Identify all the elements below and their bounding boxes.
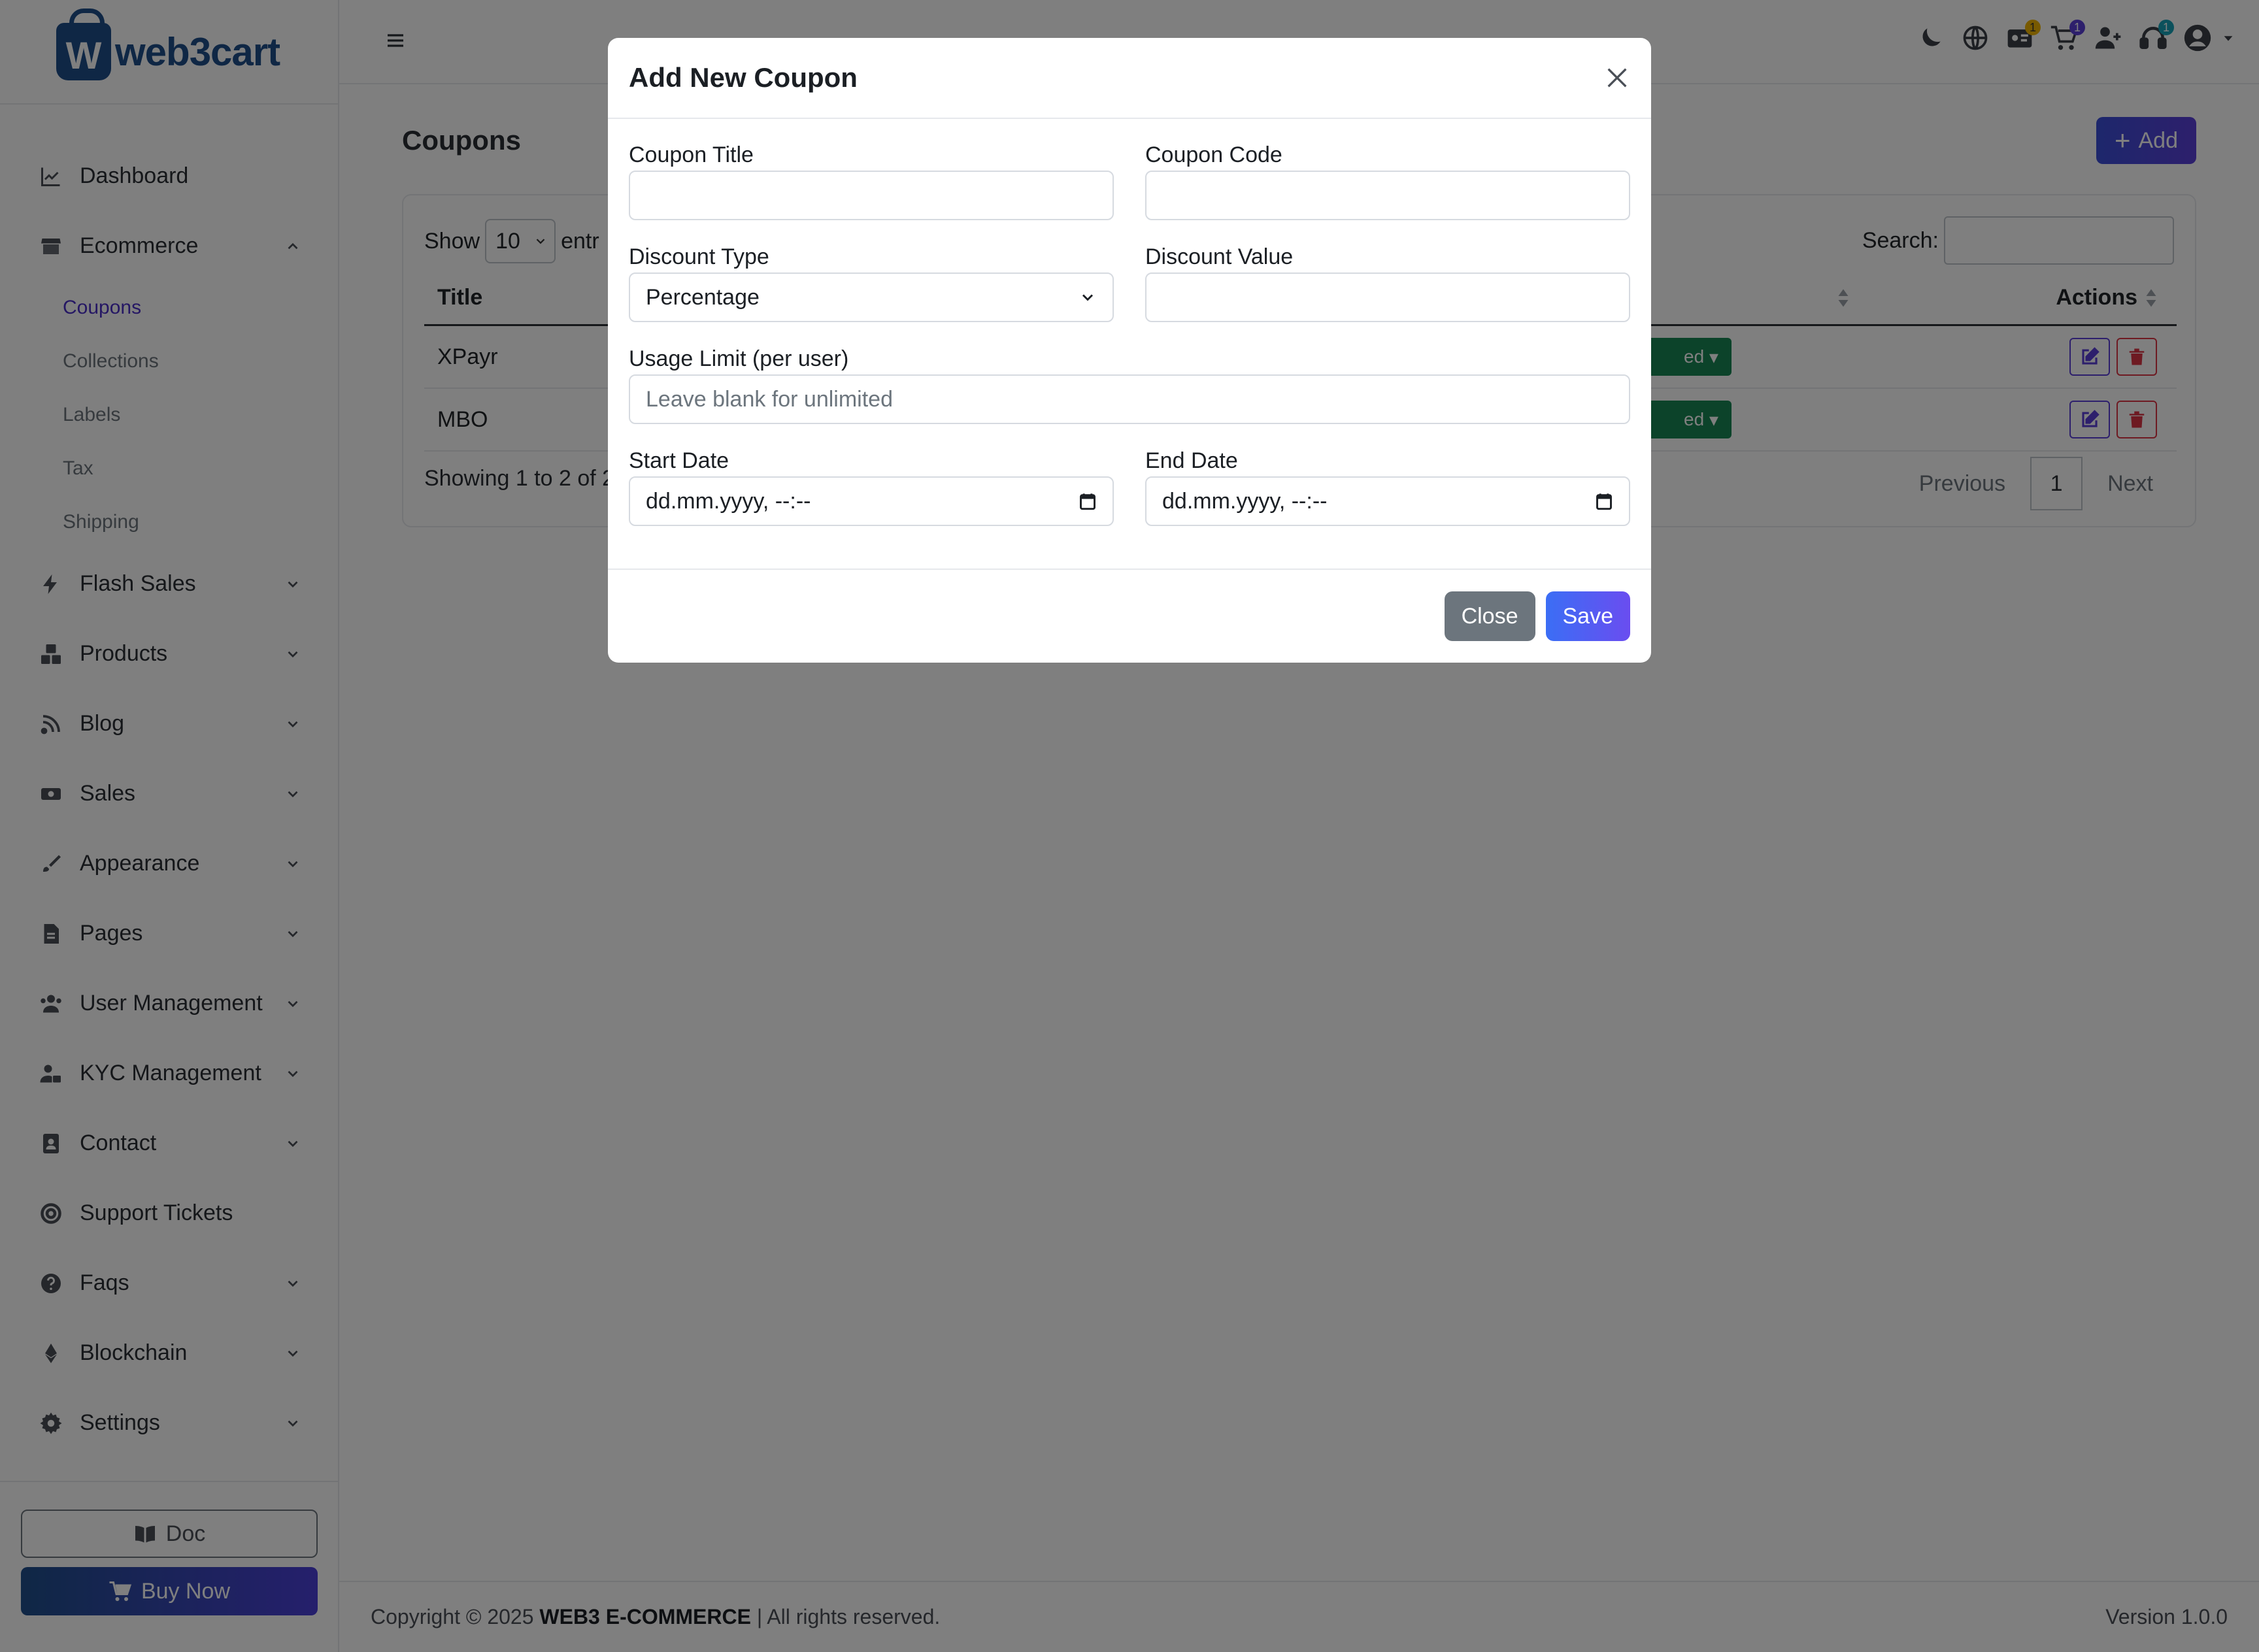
add-coupon-modal: Add New Coupon Coupon Title Coupon Code … bbox=[608, 38, 1651, 663]
coupon-code-label: Coupon Code bbox=[1145, 142, 1282, 167]
discount-type-group: Discount Type Percentage bbox=[629, 241, 1114, 322]
close-button[interactable]: Close bbox=[1444, 591, 1535, 641]
coupon-title-input[interactable] bbox=[629, 171, 1114, 220]
end-date-group: End Date dd.mm.yyyy, --:-- bbox=[1145, 445, 1630, 526]
start-date-label: Start Date bbox=[629, 448, 729, 473]
usage-limit-label: Usage Limit (per user) bbox=[629, 346, 849, 371]
coupon-title-group: Coupon Title bbox=[629, 139, 1114, 220]
discount-value-input[interactable] bbox=[1145, 273, 1630, 322]
usage-limit-group: Usage Limit (per user) Leave blank for u… bbox=[629, 343, 1630, 424]
modal-footer: Close Save bbox=[608, 569, 1651, 663]
discount-type-label: Discount Type bbox=[629, 244, 769, 269]
usage-limit-input[interactable]: Leave blank for unlimited bbox=[629, 374, 1630, 424]
discount-type-select[interactable]: Percentage bbox=[629, 273, 1114, 322]
coupon-code-group: Coupon Code bbox=[1145, 139, 1630, 220]
end-date-label: End Date bbox=[1145, 448, 1238, 473]
coupon-code-input[interactable] bbox=[1145, 171, 1630, 220]
start-date-group: Start Date dd.mm.yyyy, --:-- bbox=[629, 445, 1114, 526]
modal-header: Add New Coupon bbox=[608, 38, 1651, 119]
discount-type-value: Percentage bbox=[646, 284, 760, 310]
calendar-icon bbox=[1080, 493, 1096, 510]
end-date-value: dd.mm.yyyy, --:-- bbox=[1162, 488, 1328, 514]
close-icon[interactable] bbox=[1604, 65, 1630, 91]
start-date-value: dd.mm.yyyy, --:-- bbox=[646, 488, 811, 514]
modal-title: Add New Coupon bbox=[629, 62, 858, 93]
save-button[interactable]: Save bbox=[1545, 591, 1630, 641]
discount-value-label: Discount Value bbox=[1145, 244, 1294, 269]
modal-body: Coupon Title Coupon Code Discount Type P… bbox=[608, 119, 1651, 527]
start-date-input[interactable]: dd.mm.yyyy, --:-- bbox=[629, 476, 1114, 526]
calendar-icon bbox=[1596, 493, 1612, 510]
coupon-title-label: Coupon Title bbox=[629, 142, 754, 167]
end-date-input[interactable]: dd.mm.yyyy, --:-- bbox=[1145, 476, 1630, 526]
discount-value-group: Discount Value bbox=[1145, 241, 1630, 322]
chevron-down-icon bbox=[1082, 294, 1094, 301]
usage-limit-placeholder: Leave blank for unlimited bbox=[646, 386, 894, 412]
